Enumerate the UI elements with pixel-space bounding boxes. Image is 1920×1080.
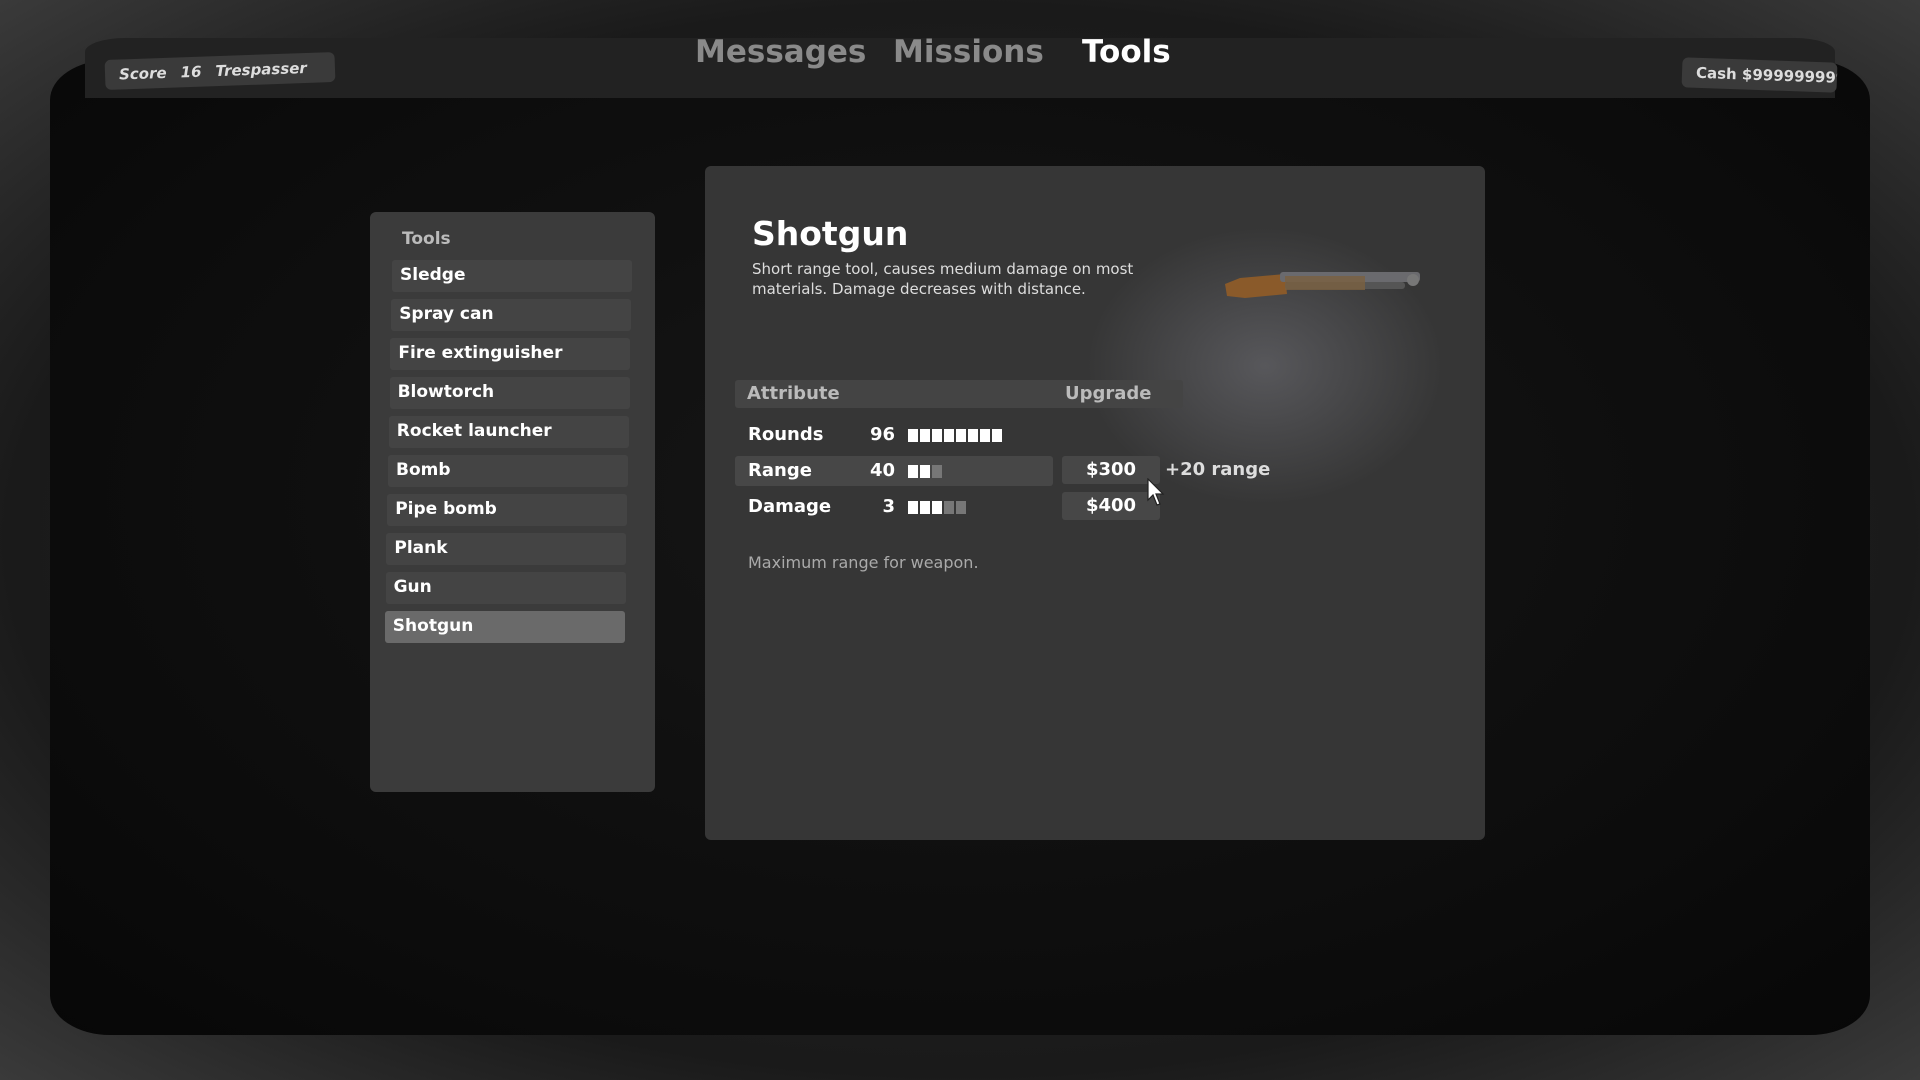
level-segment	[932, 501, 942, 514]
tools-sidebar: Tools Sledge Spray can Fire extinguisher Bl…	[370, 212, 655, 792]
level-segment	[932, 429, 942, 442]
attribute-hint: Maximum range for weapon.	[748, 553, 979, 572]
level-segment	[944, 501, 954, 514]
level-segment	[944, 429, 954, 442]
sidebar-item-pipe-bomb[interactable]: Pipe bomb	[387, 494, 628, 526]
upgrade-column-header: Upgrade	[1065, 383, 1152, 404]
level-segment	[908, 501, 918, 514]
tab-messages[interactable]: Messages	[695, 34, 866, 70]
level-segment	[992, 429, 1002, 442]
sidebar-item-plank[interactable]: Plank	[386, 533, 627, 565]
attribute-column-header: Attribute	[747, 383, 840, 404]
sidebar-item-bomb[interactable]: Bomb	[388, 455, 628, 487]
tool-detail-panel: Shotgun Short range tool, causes medium …	[705, 166, 1485, 840]
level-segment	[908, 465, 918, 478]
level-segment	[920, 429, 930, 442]
attribute-value: 40	[869, 460, 895, 481]
attribute-value: 3	[882, 496, 895, 517]
level-bar	[908, 501, 966, 514]
upgrade-button-range[interactable]: $300	[1062, 456, 1160, 484]
rank-label: Trespasser	[215, 58, 308, 81]
sidebar-item-rocket-launcher[interactable]: Rocket launcher	[388, 416, 629, 448]
level-segment	[956, 501, 966, 514]
tool-title: Shotgun	[752, 214, 909, 253]
tool-description: Short range tool, causes medium damage o…	[752, 260, 1134, 298]
level-segment	[980, 429, 990, 442]
sidebar-item-blowtorch[interactable]: Blowtorch	[389, 377, 630, 409]
attribute-row-damage: Damage 3	[735, 492, 1053, 522]
sidebar-item-spray-can[interactable]: Spray can	[391, 299, 632, 331]
cash-badge: Cash $999999999	[1681, 57, 1838, 93]
attribute-label: Rounds	[748, 424, 824, 445]
attribute-row-range: Range 40	[735, 456, 1053, 486]
sidebar-item-gun[interactable]: Gun	[385, 572, 626, 604]
level-segment	[932, 465, 942, 478]
level-bar	[908, 465, 942, 478]
sidebar-item-fire-extinguisher[interactable]: Fire extinguisher	[390, 338, 631, 370]
attribute-label: Damage	[748, 496, 832, 517]
sidebar-heading: Tools	[402, 229, 451, 249]
attribute-row-rounds: Rounds 96	[735, 420, 1053, 450]
level-segment	[908, 429, 918, 442]
mouse-cursor-icon	[1147, 478, 1165, 506]
level-bar	[908, 429, 1002, 442]
score-label: Score	[118, 63, 167, 84]
attribute-label: Range	[748, 460, 812, 481]
attribute-table-header: Attribute Upgrade	[735, 380, 1183, 408]
tab-tools[interactable]: Tools	[1082, 34, 1171, 70]
level-segment	[968, 429, 978, 442]
attribute-value: 96	[869, 424, 895, 445]
tab-missions[interactable]: Missions	[893, 34, 1044, 70]
shotgun-image	[1225, 272, 1420, 298]
level-segment	[920, 501, 930, 514]
upgrade-button-damage[interactable]: $400	[1062, 492, 1160, 520]
upgrade-note: +20 range	[1165, 459, 1271, 480]
sidebar-item-sledge[interactable]: Sledge	[392, 260, 632, 292]
score-value: 16	[180, 62, 202, 82]
level-segment	[956, 429, 966, 442]
sidebar-item-shotgun[interactable]: Shotgun	[384, 611, 625, 643]
level-segment	[920, 465, 930, 478]
